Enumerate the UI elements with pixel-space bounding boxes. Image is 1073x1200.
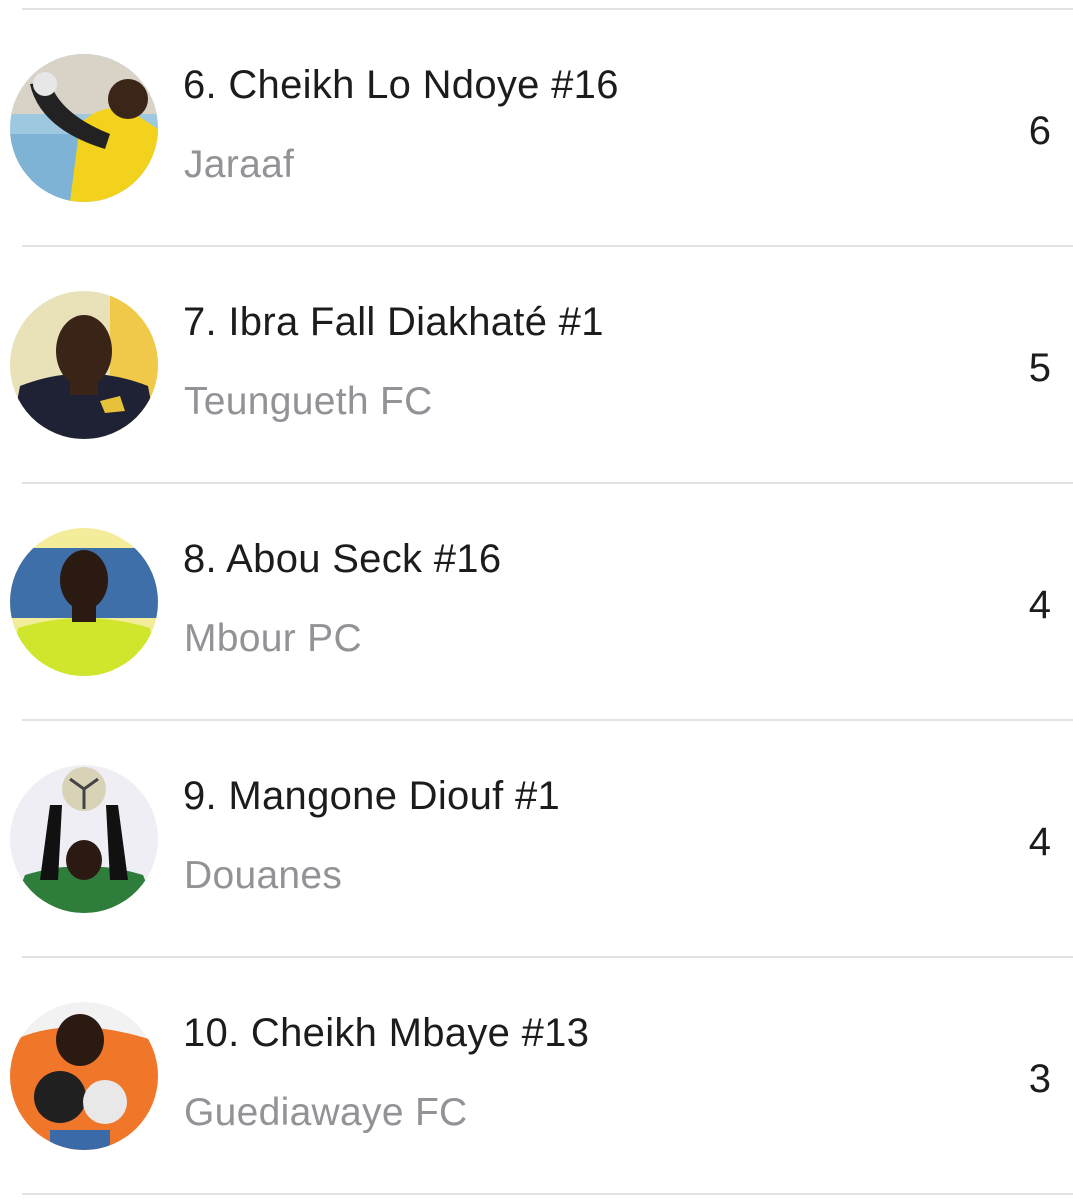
player-name: 7. Ibra Fall Diakhaté #1	[183, 300, 604, 344]
player-stat-value: 4	[1028, 820, 1051, 864]
player-stat-value: 3	[1028, 1057, 1051, 1101]
player-avatar	[10, 765, 158, 913]
player-team: Douanes	[184, 854, 343, 897]
player-name: 6. Cheikh Lo Ndoye #16	[183, 63, 619, 107]
player-name: 10. Cheikh Mbaye #13	[183, 1011, 590, 1055]
player-name: 8. Abou Seck #16	[183, 537, 502, 581]
player-avatar	[10, 291, 158, 439]
player-stat-value: 6	[1028, 109, 1051, 153]
player-name: 9. Mangone Diouf #1	[183, 774, 561, 818]
player-stat-value: 4	[1028, 583, 1051, 627]
player-row[interactable]: 6. Cheikh Lo Ndoye #16 Jaraaf 6	[0, 10, 1073, 245]
player-ranking-list: 6. Cheikh Lo Ndoye #16 Jaraaf 6 7. Ibra …	[0, 0, 1073, 1200]
player-stat-value: 5	[1028, 346, 1051, 390]
player-avatar	[10, 528, 158, 676]
player-row[interactable]: 7. Ibra Fall Diakhaté #1 Teungueth FC 5	[0, 247, 1073, 482]
player-team: Guediawaye FC	[184, 1091, 468, 1134]
player-row[interactable]: 8. Abou Seck #16 Mbour PC 4	[0, 484, 1073, 719]
player-team: Jaraaf	[184, 143, 295, 186]
player-avatar	[10, 54, 158, 202]
player-team: Mbour PC	[184, 617, 362, 660]
player-team: Teungueth FC	[184, 380, 433, 423]
player-row[interactable]: 10. Cheikh Mbaye #13 Guediawaye FC 3	[0, 958, 1073, 1193]
player-avatar	[10, 1002, 158, 1150]
player-row[interactable]: 9. Mangone Diouf #1 Douanes 4	[0, 721, 1073, 956]
list-divider	[22, 1193, 1073, 1195]
